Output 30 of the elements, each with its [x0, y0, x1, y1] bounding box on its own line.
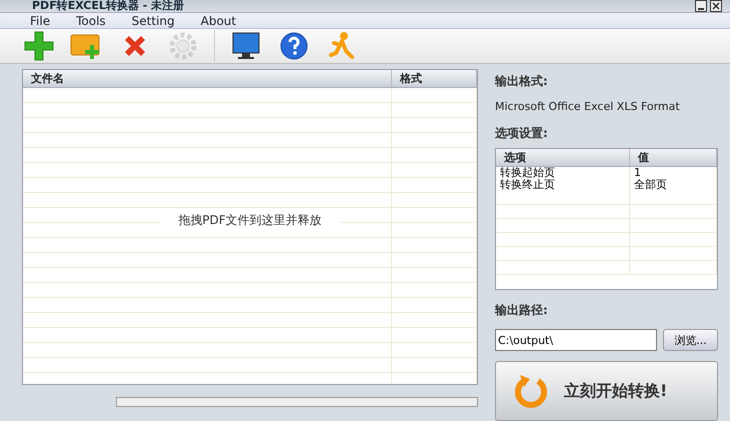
menu-item[interactable]: Tools	[76, 14, 106, 28]
convert-button[interactable]: 立刻开始转换!	[495, 361, 718, 421]
table-cell: 转换终止页	[496, 179, 630, 191]
running-figure-icon	[328, 31, 356, 61]
close-icon	[712, 2, 720, 10]
output-path-field[interactable]: C:\output\	[495, 329, 657, 351]
close-button[interactable]	[710, 0, 722, 12]
table-cell: 全部页	[630, 179, 717, 191]
plus-icon	[23, 30, 55, 62]
settings-icon	[168, 31, 198, 61]
column-header[interactable]: 值	[630, 149, 717, 166]
browse-button[interactable]: 浏览...	[663, 329, 718, 351]
drop-hint: 拖拽PDF文件到这里并释放	[160, 212, 340, 229]
monitor-icon	[231, 31, 261, 61]
table-cell: 1	[630, 167, 717, 179]
help-icon	[279, 31, 309, 61]
output-format-value: Microsoft Office Excel XLS Format	[495, 100, 681, 113]
menu-item[interactable]: File	[30, 14, 50, 28]
options-label: 选项设置:	[495, 125, 549, 142]
minimize-button[interactable]	[695, 0, 707, 12]
menu-item[interactable]: About	[200, 14, 236, 28]
column-header[interactable]: 文件名	[23, 70, 392, 87]
column-header[interactable]: 格式	[392, 70, 477, 87]
menu-item[interactable]: Setting	[132, 14, 175, 28]
output-format-label: 输出格式:	[495, 73, 549, 90]
table-cell: 转换起始页	[496, 167, 630, 179]
refresh-icon	[514, 373, 550, 409]
file-list[interactable]: 文件名 格式 拖拽PDF文件到这里并释放	[22, 69, 478, 385]
output-path-label: 输出路径:	[495, 302, 549, 319]
column-header[interactable]: 选项	[496, 149, 630, 166]
